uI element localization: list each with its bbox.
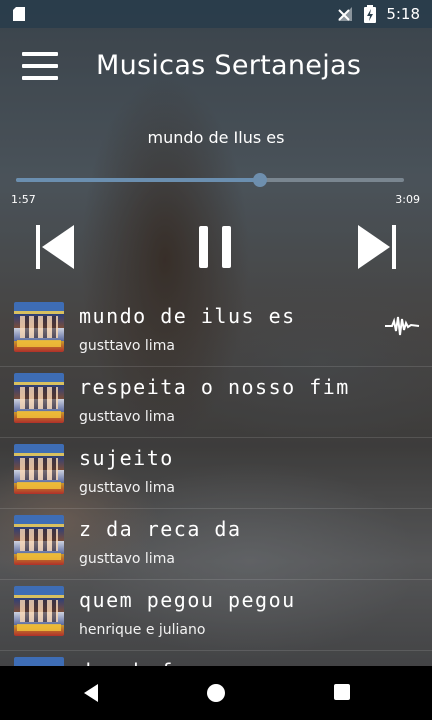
seek-progress	[16, 178, 261, 182]
song-title: desabafo	[79, 659, 187, 666]
song-artist: gusttavo lima	[79, 409, 175, 425]
album-art	[14, 515, 64, 565]
navigation-bar	[0, 666, 432, 720]
song-row[interactable]: quem pegou pegou henrique e juliano	[0, 580, 432, 651]
song-list: mundo de ilus es gusttavo lima respeita o …	[0, 296, 432, 666]
album-art	[14, 373, 64, 423]
song-row[interactable]: sujeito gusttavo lima	[0, 438, 432, 509]
app-title: Musicas Sertanejas	[96, 50, 362, 81]
album-art	[14, 657, 64, 666]
pause-icon[interactable]	[196, 223, 236, 271]
song-title: sujeito	[79, 446, 174, 470]
song-artist: henrique e juliano	[79, 622, 206, 638]
back-icon[interactable]	[82, 683, 100, 703]
song-artist: gusttavo lima	[79, 480, 175, 496]
song-title: respeita o nosso fim	[79, 375, 350, 399]
previous-icon[interactable]	[34, 223, 76, 271]
song-title: z da reca da	[79, 517, 242, 541]
no-signal-icon	[338, 7, 353, 21]
playback-controls	[0, 220, 432, 276]
song-row[interactable]: z da reca da gusttavo lima	[0, 509, 432, 580]
home-icon[interactable]	[206, 683, 226, 703]
total-time: 3:09	[395, 193, 420, 206]
song-row[interactable]: respeita o nosso fim gusttavo lima	[0, 367, 432, 438]
song-artist: gusttavo lima	[79, 338, 175, 354]
battery-charging-icon	[364, 5, 377, 23]
now-playing-title: mundo de Ilus es	[147, 128, 285, 147]
song-artist: gusttavo lima	[79, 551, 175, 567]
next-icon[interactable]	[356, 223, 398, 271]
song-title: mundo de ilus es	[79, 304, 296, 328]
status-bar: 5:18	[0, 0, 432, 28]
seek-bar[interactable]	[16, 173, 404, 187]
hamburger-menu-icon[interactable]	[22, 52, 58, 84]
recents-icon[interactable]	[333, 683, 351, 701]
album-art	[14, 444, 64, 494]
song-title: quem pegou pegou	[79, 588, 296, 612]
sd-card-icon	[13, 7, 25, 21]
album-art	[14, 302, 64, 352]
clock: 5:18	[386, 5, 420, 23]
song-row[interactable]: desabafo	[0, 651, 432, 666]
song-row[interactable]: mundo de ilus es gusttavo lima	[0, 296, 432, 367]
album-art	[14, 586, 64, 636]
elapsed-time: 1:57	[11, 193, 36, 206]
equalizer-icon	[385, 316, 420, 336]
app-bar: Musicas Sertanejas	[0, 28, 432, 108]
